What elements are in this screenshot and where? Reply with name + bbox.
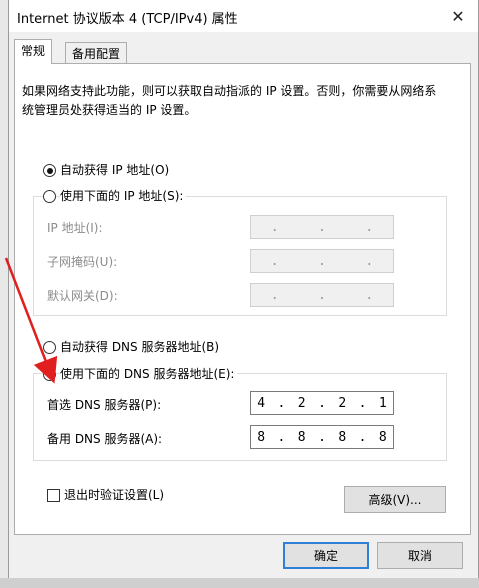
dns-octet: 4 <box>257 395 266 411</box>
preferred-dns-label: 首选 DNS 服务器(P): <box>47 398 162 412</box>
ip-address-field[interactable]: . . . <box>250 215 394 239</box>
auto-ip-label[interactable]: 自动获得 IP 地址(O) <box>60 162 169 178</box>
subnet-mask-field[interactable]: . . . <box>250 249 394 273</box>
default-gateway-field[interactable]: . . . <box>250 283 394 307</box>
alternate-dns-label: 备用 DNS 服务器(A): <box>47 432 163 446</box>
ip-address-label: IP 地址(I): <box>47 221 103 235</box>
manual-dns-label[interactable]: 使用下面的 DNS 服务器地址(E): <box>60 366 238 382</box>
ip-dot: . <box>358 395 367 411</box>
ip-dot: . <box>318 287 326 303</box>
advanced-button[interactable]: 高级(V)... <box>344 486 446 513</box>
dns-octet: 8 <box>338 429 347 445</box>
auto-ip-radio[interactable] <box>43 164 56 177</box>
description-text: 如果网络支持此功能，则可以获取自动指派的 IP 设置。否则，你需要从网络系统管理… <box>22 84 437 117</box>
ip-dot: . <box>270 253 279 269</box>
ip-dot: . <box>318 429 326 445</box>
ip-dot: . <box>358 429 367 445</box>
preferred-dns-field[interactable]: 4 . 2 . 2 . 1 <box>250 391 394 415</box>
subnet-mask-label: 子网掩码(U): <box>47 255 118 269</box>
ip-dot: . <box>318 253 326 269</box>
dns-octet: 8 <box>378 429 387 445</box>
ok-button[interactable]: 确定 <box>283 542 369 569</box>
dns-octet: 8 <box>257 429 266 445</box>
manual-ip-radio[interactable] <box>43 190 56 203</box>
ip-dot: . <box>277 395 286 411</box>
window-title: Internet 协议版本 4 (TCP/IPv4) 属性 <box>17 12 238 27</box>
cancel-button[interactable]: 取消 <box>377 542 463 569</box>
title-bar: Internet 协议版本 4 (TCP/IPv4) 属性 ✕ <box>9 0 478 32</box>
auto-dns-label[interactable]: 自动获得 DNS 服务器地址(B) <box>60 339 219 355</box>
background-window-bottom <box>0 578 479 588</box>
manual-dns-radio[interactable] <box>43 368 56 381</box>
dns-octet: 8 <box>297 429 306 445</box>
alternate-dns-field[interactable]: 8 . 8 . 8 . 8 <box>250 425 394 449</box>
ip-dot: . <box>270 219 279 235</box>
validate-on-exit-checkbox[interactable] <box>47 489 60 502</box>
close-icon[interactable]: ✕ <box>446 4 470 28</box>
auto-dns-radio[interactable] <box>43 341 56 354</box>
dns-octet: 1 <box>378 395 387 411</box>
ip-dot: . <box>318 219 326 235</box>
ip-dot: . <box>270 287 279 303</box>
dns-octet: 2 <box>338 395 347 411</box>
ip-dot: . <box>365 287 374 303</box>
manual-ip-label[interactable]: 使用下面的 IP 地址(S): <box>60 188 187 204</box>
ip-dot: . <box>318 395 326 411</box>
default-gateway-label: 默认网关(D): <box>47 289 118 303</box>
validate-on-exit-label[interactable]: 退出时验证设置(L) <box>64 487 164 503</box>
tab-general[interactable]: 常规 <box>14 39 53 64</box>
ip-dot: . <box>365 253 374 269</box>
tab-alternate-config[interactable]: 备用配置 <box>65 42 128 64</box>
ip-dot: . <box>365 219 374 235</box>
dns-octet: 2 <box>297 395 306 411</box>
ip-dot: . <box>277 429 286 445</box>
